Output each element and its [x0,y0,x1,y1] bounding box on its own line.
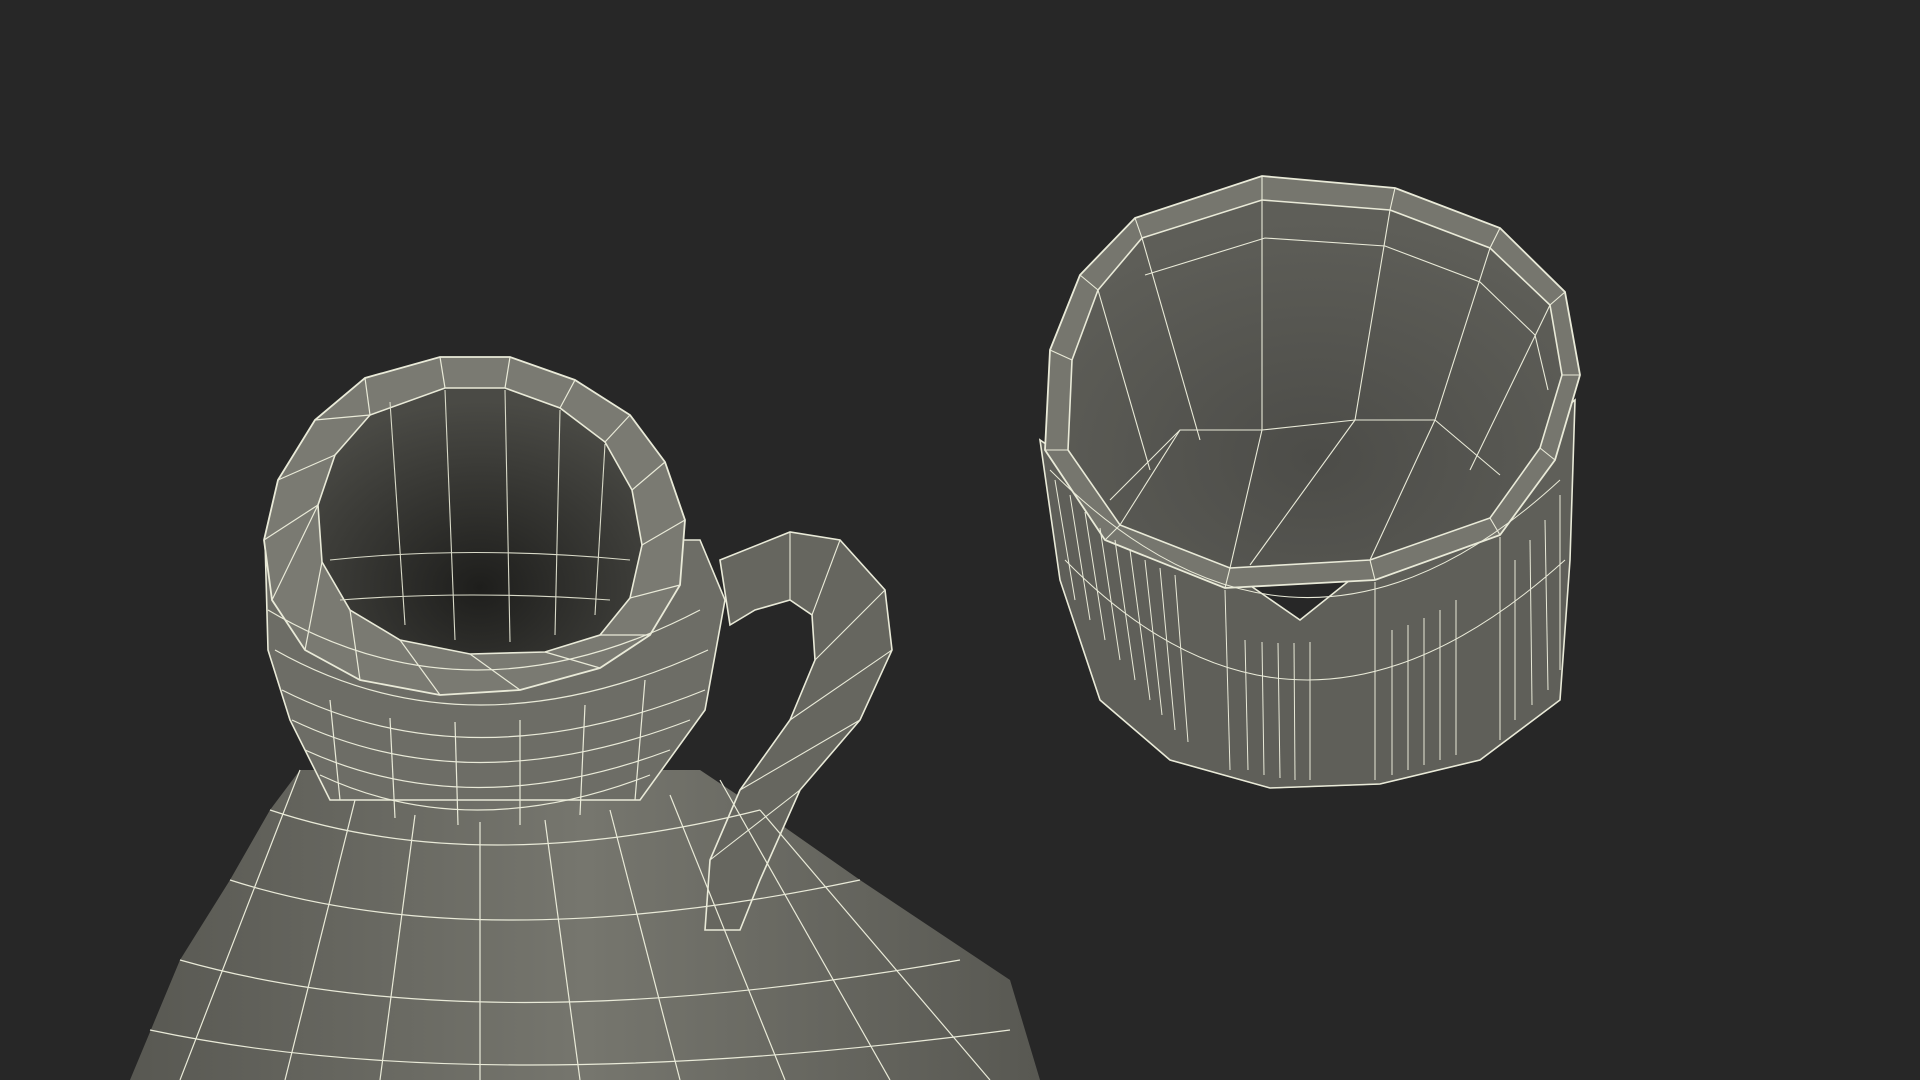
jug-body-surface [130,770,1040,1080]
wireframe-render-scene [130,175,1581,1080]
render-viewport [0,0,1920,1080]
jug-bottle-mesh [130,356,1040,1080]
cap-lid-mesh [1038,175,1581,789]
